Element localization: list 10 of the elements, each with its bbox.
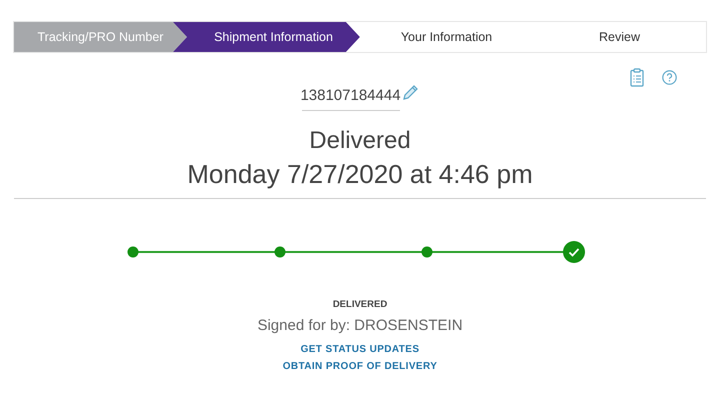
help-icon[interactable]: [662, 70, 677, 85]
action-link[interactable]: OBTAIN PROOF OF DELIVERY: [282, 361, 438, 372]
progress-step[interactable]: Shipment Information: [173, 22, 360, 52]
clipboard-icon[interactable]: [630, 68, 644, 87]
status-heading: Delivered: [309, 127, 411, 155]
delivery-date: Monday 7/27/2020 at 4:46 pm: [187, 159, 533, 190]
action-link[interactable]: GET STATUS UPDATES: [300, 344, 420, 355]
status-label: DELIVERED: [332, 299, 388, 310]
tracking-number: 138107184444: [300, 87, 401, 104]
signed-for-text: Signed for by: DROSENSTEIN: [257, 317, 463, 334]
